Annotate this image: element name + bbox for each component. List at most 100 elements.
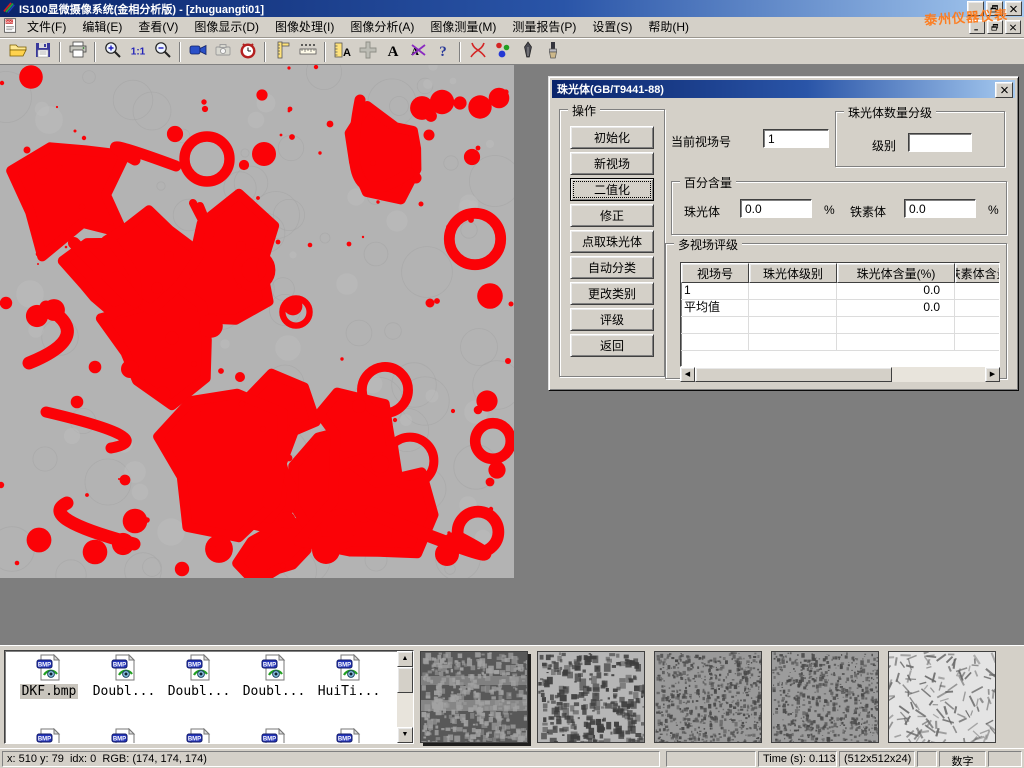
toolbar-button-brush[interactable] <box>540 40 565 63</box>
file-item[interactable]: BMPDoubl... <box>238 654 310 699</box>
toolbar-separator <box>264 42 266 62</box>
table-column-header[interactable]: 视场号 <box>681 263 749 283</box>
file-item[interactable]: BMP <box>313 728 385 744</box>
menu-item-1[interactable]: 文件(F) <box>19 16 74 38</box>
toolbar-button-ruler[interactable] <box>295 40 320 63</box>
file-browser-scrollbar[interactable]: ▲ ▼ <box>397 651 413 743</box>
toolbar-button-red-curve[interactable] <box>465 40 490 63</box>
file-item[interactable]: BMP <box>88 728 160 744</box>
dialog-button-初始化[interactable]: 初始化 <box>570 126 654 149</box>
toolbar-button-particles[interactable] <box>490 40 515 63</box>
dialog-button-点取珠光体[interactable]: 点取珠光体 <box>570 230 654 253</box>
scroll-right-icon[interactable]: ▶ <box>985 367 1000 382</box>
dialog-button-返回[interactable]: 返回 <box>570 334 654 357</box>
toolbar-button-print[interactable] <box>65 40 90 63</box>
app-icon <box>2 1 15 17</box>
toolbar-button-zoom-out[interactable] <box>150 40 175 63</box>
table-horizontal-scrollbar[interactable]: ◀ ▶ <box>680 367 1000 382</box>
toolbar-button-video-camera[interactable] <box>185 40 210 63</box>
dialog-button-自动分类[interactable]: 自动分类 <box>570 256 654 279</box>
dialog-title-bar[interactable]: 珠光体(GB/T9441-88) <box>552 80 1015 98</box>
file-item[interactable]: BMPDoubl... <box>163 654 235 699</box>
child-minimize-button[interactable] <box>969 20 985 34</box>
toolbar-button-open[interactable] <box>5 40 30 63</box>
pearlite-percent-input[interactable] <box>740 199 812 218</box>
file-item[interactable]: BMPDKF.bmp <box>13 654 85 699</box>
video-camera-icon <box>188 40 208 63</box>
metallograph-image[interactable] <box>0 65 514 578</box>
file-name: DKF.bmp <box>20 684 79 699</box>
rating-table-body: 10.0平均值0.0 <box>681 283 999 351</box>
restore-button[interactable] <box>986 1 1003 16</box>
menu-item-5[interactable]: 图像处理(I) <box>267 16 342 38</box>
bmp-file-icon: BMP <box>36 670 63 684</box>
table-row[interactable] <box>681 334 999 351</box>
close-button[interactable] <box>1005 1 1022 16</box>
table-column-header[interactable]: 珠光体含量(%) <box>837 263 955 283</box>
file-item[interactable]: BMP <box>238 728 310 744</box>
toolbar-button-help[interactable]: ? <box>430 40 455 63</box>
dialog-close-icon[interactable] <box>995 82 1013 98</box>
image-thumbnail-1[interactable] <box>420 651 528 743</box>
image-thumbnail-3[interactable] <box>654 651 762 743</box>
toolbar-button-zoom-in[interactable] <box>100 40 125 63</box>
menu-item-2[interactable]: 编辑(E) <box>74 16 130 38</box>
toolbar-button-edit-text[interactable]: A <box>405 40 430 63</box>
dialog-button-评级[interactable]: 评级 <box>570 308 654 331</box>
file-scrollbar-thumb[interactable] <box>397 667 413 693</box>
table-column-header[interactable]: 铁素体含量(%) <box>955 263 1000 283</box>
image-thumbnail-4[interactable] <box>771 651 879 743</box>
file-item[interactable]: BMP <box>13 728 85 744</box>
child-close-button[interactable] <box>1005 20 1021 34</box>
image-thumbnail-2[interactable] <box>537 651 645 743</box>
pearlite-label: 珠光体 <box>684 203 720 220</box>
toolbar-button-still-camera[interactable] <box>210 40 235 63</box>
menu-item-6[interactable]: 图像分析(A) <box>342 16 422 38</box>
menu-item-4[interactable]: 图像显示(D) <box>186 16 267 38</box>
scrollbar-track[interactable] <box>695 367 985 382</box>
table-row[interactable]: 平均值0.0 <box>681 300 999 317</box>
dialog-button-新视场[interactable]: 新视场 <box>570 152 654 175</box>
rating-table[interactable]: 视场号珠光体级别珠光体含量(%)铁素体含量(%) 10.0平均值0.0 <box>680 262 1000 367</box>
image-thumbnail-5[interactable] <box>888 651 996 743</box>
file-item[interactable]: BMPDoubl... <box>88 654 160 699</box>
toolbar-button-pen[interactable] <box>515 40 540 63</box>
dialog-button-修正[interactable]: 修正 <box>570 204 654 227</box>
file-browser[interactable]: ▲ ▼ BMPDKF.bmpBMPDoubl...BMPDoubl...BMPD… <box>4 650 414 744</box>
menu-item-8[interactable]: 测量报告(P) <box>504 16 584 38</box>
menu-item-9[interactable]: 设置(S) <box>584 16 640 38</box>
scroll-up-icon[interactable]: ▲ <box>397 651 413 667</box>
grade-input[interactable] <box>908 133 972 152</box>
table-row[interactable]: 10.0 <box>681 283 999 300</box>
title-bar[interactable]: IS100显微摄像系统(金相分析版) - [zhuguangti01] <box>0 0 1024 17</box>
file-item[interactable]: BMP <box>163 728 235 744</box>
toolbar-button-caliper[interactable] <box>270 40 295 63</box>
scroll-left-icon[interactable]: ◀ <box>680 367 695 382</box>
current-view-input[interactable] <box>763 129 829 148</box>
toolbar-button-timer[interactable] <box>235 40 260 63</box>
file-item[interactable]: BMPHuiTi... <box>313 654 385 699</box>
table-column-header[interactable]: 珠光体级别 <box>749 263 837 283</box>
scrollbar-thumb[interactable] <box>695 367 892 382</box>
toolbar-button-move-cross[interactable] <box>355 40 380 63</box>
dialog-button-更改类别[interactable]: 更改类别 <box>570 282 654 305</box>
svg-text:BMP: BMP <box>187 736 200 742</box>
menu-item-7[interactable]: 图像测量(M) <box>422 16 504 38</box>
pearlite-dialog: 珠光体(GB/T9441-88) 操作 初始化新视场二值化修正点取珠光体自动分类… <box>548 76 1019 391</box>
brush-icon <box>543 40 563 63</box>
minimize-button[interactable] <box>967 1 984 16</box>
ferrite-percent-input[interactable] <box>904 199 976 218</box>
toolbar-button-actual-size[interactable]: 1:1 <box>125 40 150 63</box>
particles-icon <box>493 40 513 63</box>
scroll-down-icon[interactable]: ▼ <box>397 727 413 743</box>
toolbar-button-measure-ruler[interactable]: A <box>330 40 355 63</box>
menu-item-10[interactable]: 帮助(H) <box>640 16 697 38</box>
menu-item-3[interactable]: 查看(V) <box>130 16 186 38</box>
timer-icon <box>238 40 258 63</box>
file-name: Doubl... <box>241 684 308 699</box>
toolbar-button-save[interactable] <box>30 40 55 63</box>
child-restore-button[interactable] <box>987 20 1003 34</box>
dialog-button-二值化[interactable]: 二值化 <box>570 178 654 201</box>
table-row[interactable] <box>681 317 999 334</box>
toolbar-button-text[interactable]: A <box>380 40 405 63</box>
